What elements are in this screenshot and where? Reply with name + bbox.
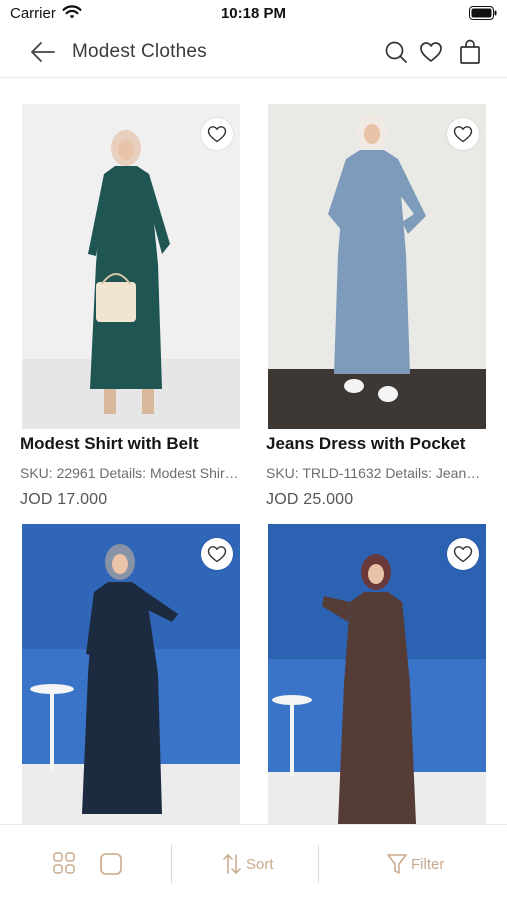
app-header: Modest Clothes [0, 28, 507, 78]
bottom-toolbar: Sort Filter [0, 824, 507, 900]
heart-icon [207, 546, 227, 563]
product-image[interactable] [22, 104, 240, 429]
status-bar: Carrier 10:18 PM [0, 0, 507, 28]
shopping-bag-icon[interactable] [458, 39, 482, 65]
product-price: JOD 25.000 [266, 491, 354, 508]
product-name[interactable]: Modest Shirt with Belt [20, 434, 246, 454]
favorite-button[interactable] [447, 538, 479, 570]
product-image[interactable] [268, 524, 486, 824]
sort-icon [223, 854, 241, 874]
status-time: 10:18 PM [220, 5, 287, 22]
favorite-button[interactable] [447, 118, 479, 150]
product-photo [268, 524, 486, 824]
product-photo [268, 104, 486, 429]
product-photo [22, 104, 240, 429]
heart-icon [453, 126, 473, 143]
product-description: SKU: 22961 Details: Modest Shirt with Be… [20, 465, 240, 481]
page-title: Modest Clothes [72, 41, 207, 62]
search-icon[interactable] [384, 40, 408, 64]
heart-icon [207, 126, 227, 143]
grid-view-icon[interactable] [53, 852, 75, 874]
product-description: SKU: TRLD-11632 Details: Jeans Dress wit… [266, 465, 486, 481]
sort-label: Sort [246, 855, 274, 873]
product-name[interactable]: Jeans Dress with Pocket [266, 434, 492, 454]
product-image[interactable] [268, 104, 486, 429]
product-image[interactable] [22, 524, 240, 824]
heart-icon [453, 546, 473, 563]
toolbar-divider [171, 845, 172, 883]
sort-button[interactable]: Sort [222, 851, 274, 877]
back-arrow-icon[interactable] [30, 40, 56, 64]
favorite-button[interactable] [201, 538, 233, 570]
single-view-icon[interactable] [99, 852, 123, 876]
filter-button[interactable]: Filter [386, 851, 444, 877]
filter-label: Filter [411, 855, 445, 873]
battery-icon [469, 6, 497, 20]
wishlist-heart-icon[interactable] [419, 40, 443, 64]
product-grid: Modest Shirt with Belt SKU: 22961 Detail… [0, 78, 507, 824]
favorite-button[interactable] [201, 118, 233, 150]
filter-icon [387, 854, 407, 874]
toolbar-divider [318, 845, 319, 883]
product-photo [22, 524, 240, 824]
product-price: JOD 17.000 [20, 491, 108, 508]
